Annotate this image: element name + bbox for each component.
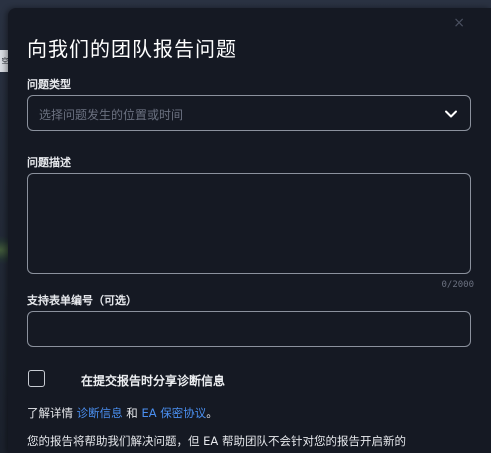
ea-privacy-link[interactable]: EA 保密协议	[141, 406, 206, 420]
ticket-number-label: 支持表单编号（可选）	[27, 294, 137, 307]
description-label: 问题描述	[27, 156, 71, 169]
diagnostics-info-link[interactable]: 诊断信息	[77, 406, 123, 420]
learn-more-suffix: 。	[206, 406, 218, 420]
learn-more-prefix: 了解详情	[27, 406, 77, 420]
share-diagnostics-checkbox[interactable]	[28, 370, 45, 387]
learn-more-text: 了解详情 诊断信息 和 EA 保密协议。	[27, 405, 218, 421]
report-issue-dialog: × 向我们的团队报告问题 问题类型 选择问题发生的位置或时间 问题描述 0/20…	[8, 8, 491, 453]
description-textarea[interactable]	[27, 173, 471, 274]
dialog-title: 向我们的团队报告问题	[27, 37, 237, 61]
issue-type-placeholder: 选择问题发生的位置或时间	[39, 108, 184, 122]
description-char-counter: 0/2000	[441, 280, 474, 290]
learn-more-middle: 和	[122, 406, 142, 420]
issue-type-dropdown[interactable]: 选择问题发生的位置或时间	[27, 95, 471, 131]
report-note-text: 您的报告将帮助我们解决问题，但 EA 帮助团队不会针对您的报告开启新的	[27, 434, 406, 448]
issue-type-label: 问题类型	[27, 78, 71, 91]
close-icon[interactable]: ×	[453, 16, 465, 30]
share-diagnostics-label: 在提交报告时分享诊断信息	[81, 374, 226, 388]
chevron-down-icon	[445, 110, 457, 118]
ticket-number-input[interactable]	[27, 311, 471, 347]
